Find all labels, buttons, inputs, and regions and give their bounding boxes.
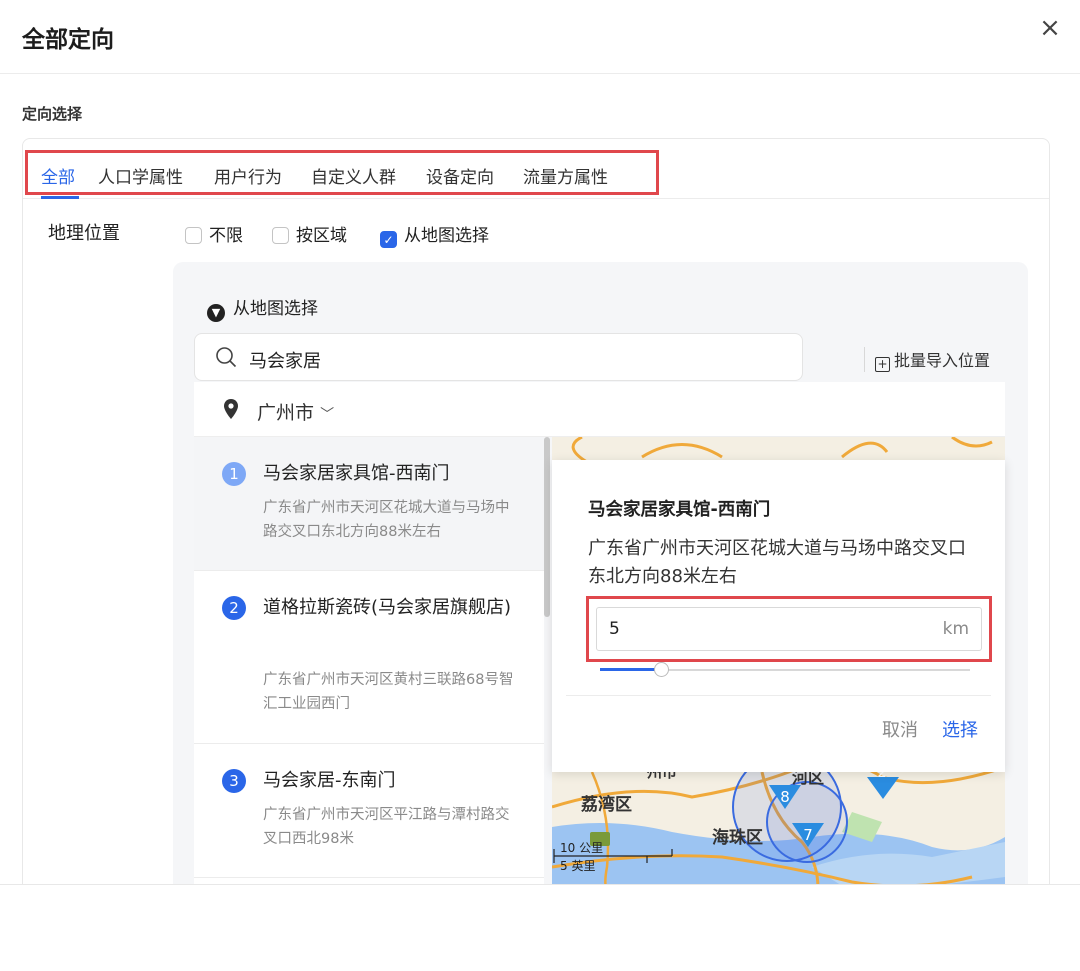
- tab-custom-audience[interactable]: 自定义人群: [311, 163, 396, 188]
- result-number: 3: [222, 769, 246, 793]
- result-name: 道格拉斯瓷砖(马会家居旗舰店): [263, 597, 512, 618]
- section-label: 定向选择: [22, 105, 83, 123]
- result-name: 马会家居家具馆-西南门: [263, 463, 450, 484]
- tab-traffic-attributes[interactable]: 流量方属性: [523, 163, 608, 188]
- result-list: 1 马会家居家具馆-西南门 广东省广州市天河区花城大道与马场中路交叉口东北方向8…: [194, 437, 544, 902]
- city-name: 广州市 ﹀: [257, 402, 335, 424]
- radius-slider-fill: [600, 668, 662, 671]
- scale-km: 10 公里: [560, 841, 603, 855]
- tab-device[interactable]: 设备定向: [426, 163, 494, 188]
- search-value: 马会家居: [249, 351, 321, 372]
- option-from-map[interactable]: ✓ 从地图选择: [380, 221, 489, 248]
- tab-demographics[interactable]: 人口学属性: [98, 163, 183, 188]
- search-input[interactable]: 马会家居: [194, 333, 803, 381]
- cancel-button[interactable]: 取消: [882, 716, 918, 742]
- map-select-panel: ▼ 从地图选择 马会家居 + 批量导入位置 广州市 ﹀ 1 马会家居家具馆-西南门 …: [173, 262, 1028, 902]
- option-label: 按区域: [296, 226, 347, 246]
- close-icon[interactable]: ×: [1036, 14, 1064, 42]
- list-item[interactable]: 2 道格拉斯瓷砖(马会家居旗舰店) 广东省广州市天河区黄村三联路68号智汇工业园…: [194, 571, 544, 744]
- list-item[interactable]: 3 马会家居-东南门 广东省广州市天河区平江路与潭村路交叉口西北98米: [194, 744, 544, 878]
- chevron-down-icon[interactable]: ▼: [207, 304, 225, 322]
- active-tab-indicator: [41, 196, 79, 199]
- radius-unit: km: [942, 619, 969, 639]
- result-address: 广东省广州市天河区花城大道与马场中路交叉口东北方向88米左右: [263, 500, 510, 540]
- map-district-label: 海珠区: [712, 827, 763, 848]
- search-icon: [216, 347, 237, 368]
- import-icon: +: [875, 357, 890, 372]
- result-number: 1: [222, 462, 246, 486]
- map-select-header[interactable]: ▼ 从地图选择: [207, 294, 318, 322]
- radius-value: 5: [609, 619, 620, 639]
- checkbox-icon[interactable]: [185, 227, 202, 244]
- checkbox-icon[interactable]: [272, 227, 289, 244]
- option-label: 从地图选择: [404, 226, 489, 246]
- result-address: 广东省广州市天河区平江路与潭村路交叉口西北98米: [263, 807, 510, 847]
- marker-label: 7: [803, 826, 813, 844]
- dialog-footer: [0, 885, 1080, 971]
- location-popup: 马会家居家具馆-西南门 广东省广州市天河区花城大道与马场中路交叉口东北方向88米…: [552, 460, 1005, 772]
- dialog-title: 全部定向: [22, 27, 114, 53]
- checkbox-checked-icon[interactable]: ✓: [380, 231, 397, 248]
- list-scrollbar[interactable]: [544, 437, 550, 617]
- dialog-header: 全部定向 ×: [0, 0, 1080, 74]
- popup-address: 广东省广州市天河区花城大道与马场中路交叉口东北方向88米左右: [588, 538, 966, 587]
- city-selector[interactable]: 广州市 ﹀: [194, 382, 1005, 437]
- option-by-region[interactable]: 按区域: [272, 221, 347, 246]
- tab-bar: 全部 人口学属性 用户行为 自定义人群 设备定向 流量方属性: [23, 139, 1049, 199]
- result-address: 广东省广州市天河区黄村三联路68号智汇工业园西门: [263, 672, 514, 712]
- tab-user-behavior[interactable]: 用户行为: [214, 163, 282, 188]
- result-number: 2: [222, 596, 246, 620]
- batch-import-button[interactable]: + 批量导入位置: [864, 347, 990, 372]
- option-label: 不限: [209, 226, 243, 246]
- location-pin-icon: [224, 399, 238, 419]
- list-item[interactable]: 1 马会家居家具馆-西南门 广东省广州市天河区花城大道与马场中路交叉口东北方向8…: [194, 437, 544, 571]
- batch-import-label: 批量导入位置: [894, 351, 991, 370]
- select-button[interactable]: 选择: [942, 716, 978, 742]
- targeting-panel: 全部 人口学属性 用户行为 自定义人群 设备定向 流量方属性 地理位置 不限 按…: [22, 138, 1050, 902]
- popup-divider: [566, 695, 991, 696]
- radius-input[interactable]: 5 km: [596, 607, 982, 651]
- radius-highlight-box: 5 km: [586, 596, 992, 662]
- map-district-label: 荔湾区: [580, 794, 632, 815]
- option-unlimited[interactable]: 不限: [185, 221, 243, 246]
- geo-label: 地理位置: [48, 223, 120, 244]
- scale-mi: 5 英里: [560, 859, 595, 873]
- tab-all[interactable]: 全部: [41, 163, 75, 188]
- map-select-title: 从地图选择: [233, 299, 318, 319]
- popup-title: 马会家居家具馆-西南门: [588, 500, 771, 520]
- marker-label: 8: [780, 788, 790, 806]
- result-name: 马会家居-东南门: [263, 770, 396, 791]
- radius-slider-handle[interactable]: [654, 662, 669, 677]
- chevron-down-icon: ﹀: [320, 407, 335, 423]
